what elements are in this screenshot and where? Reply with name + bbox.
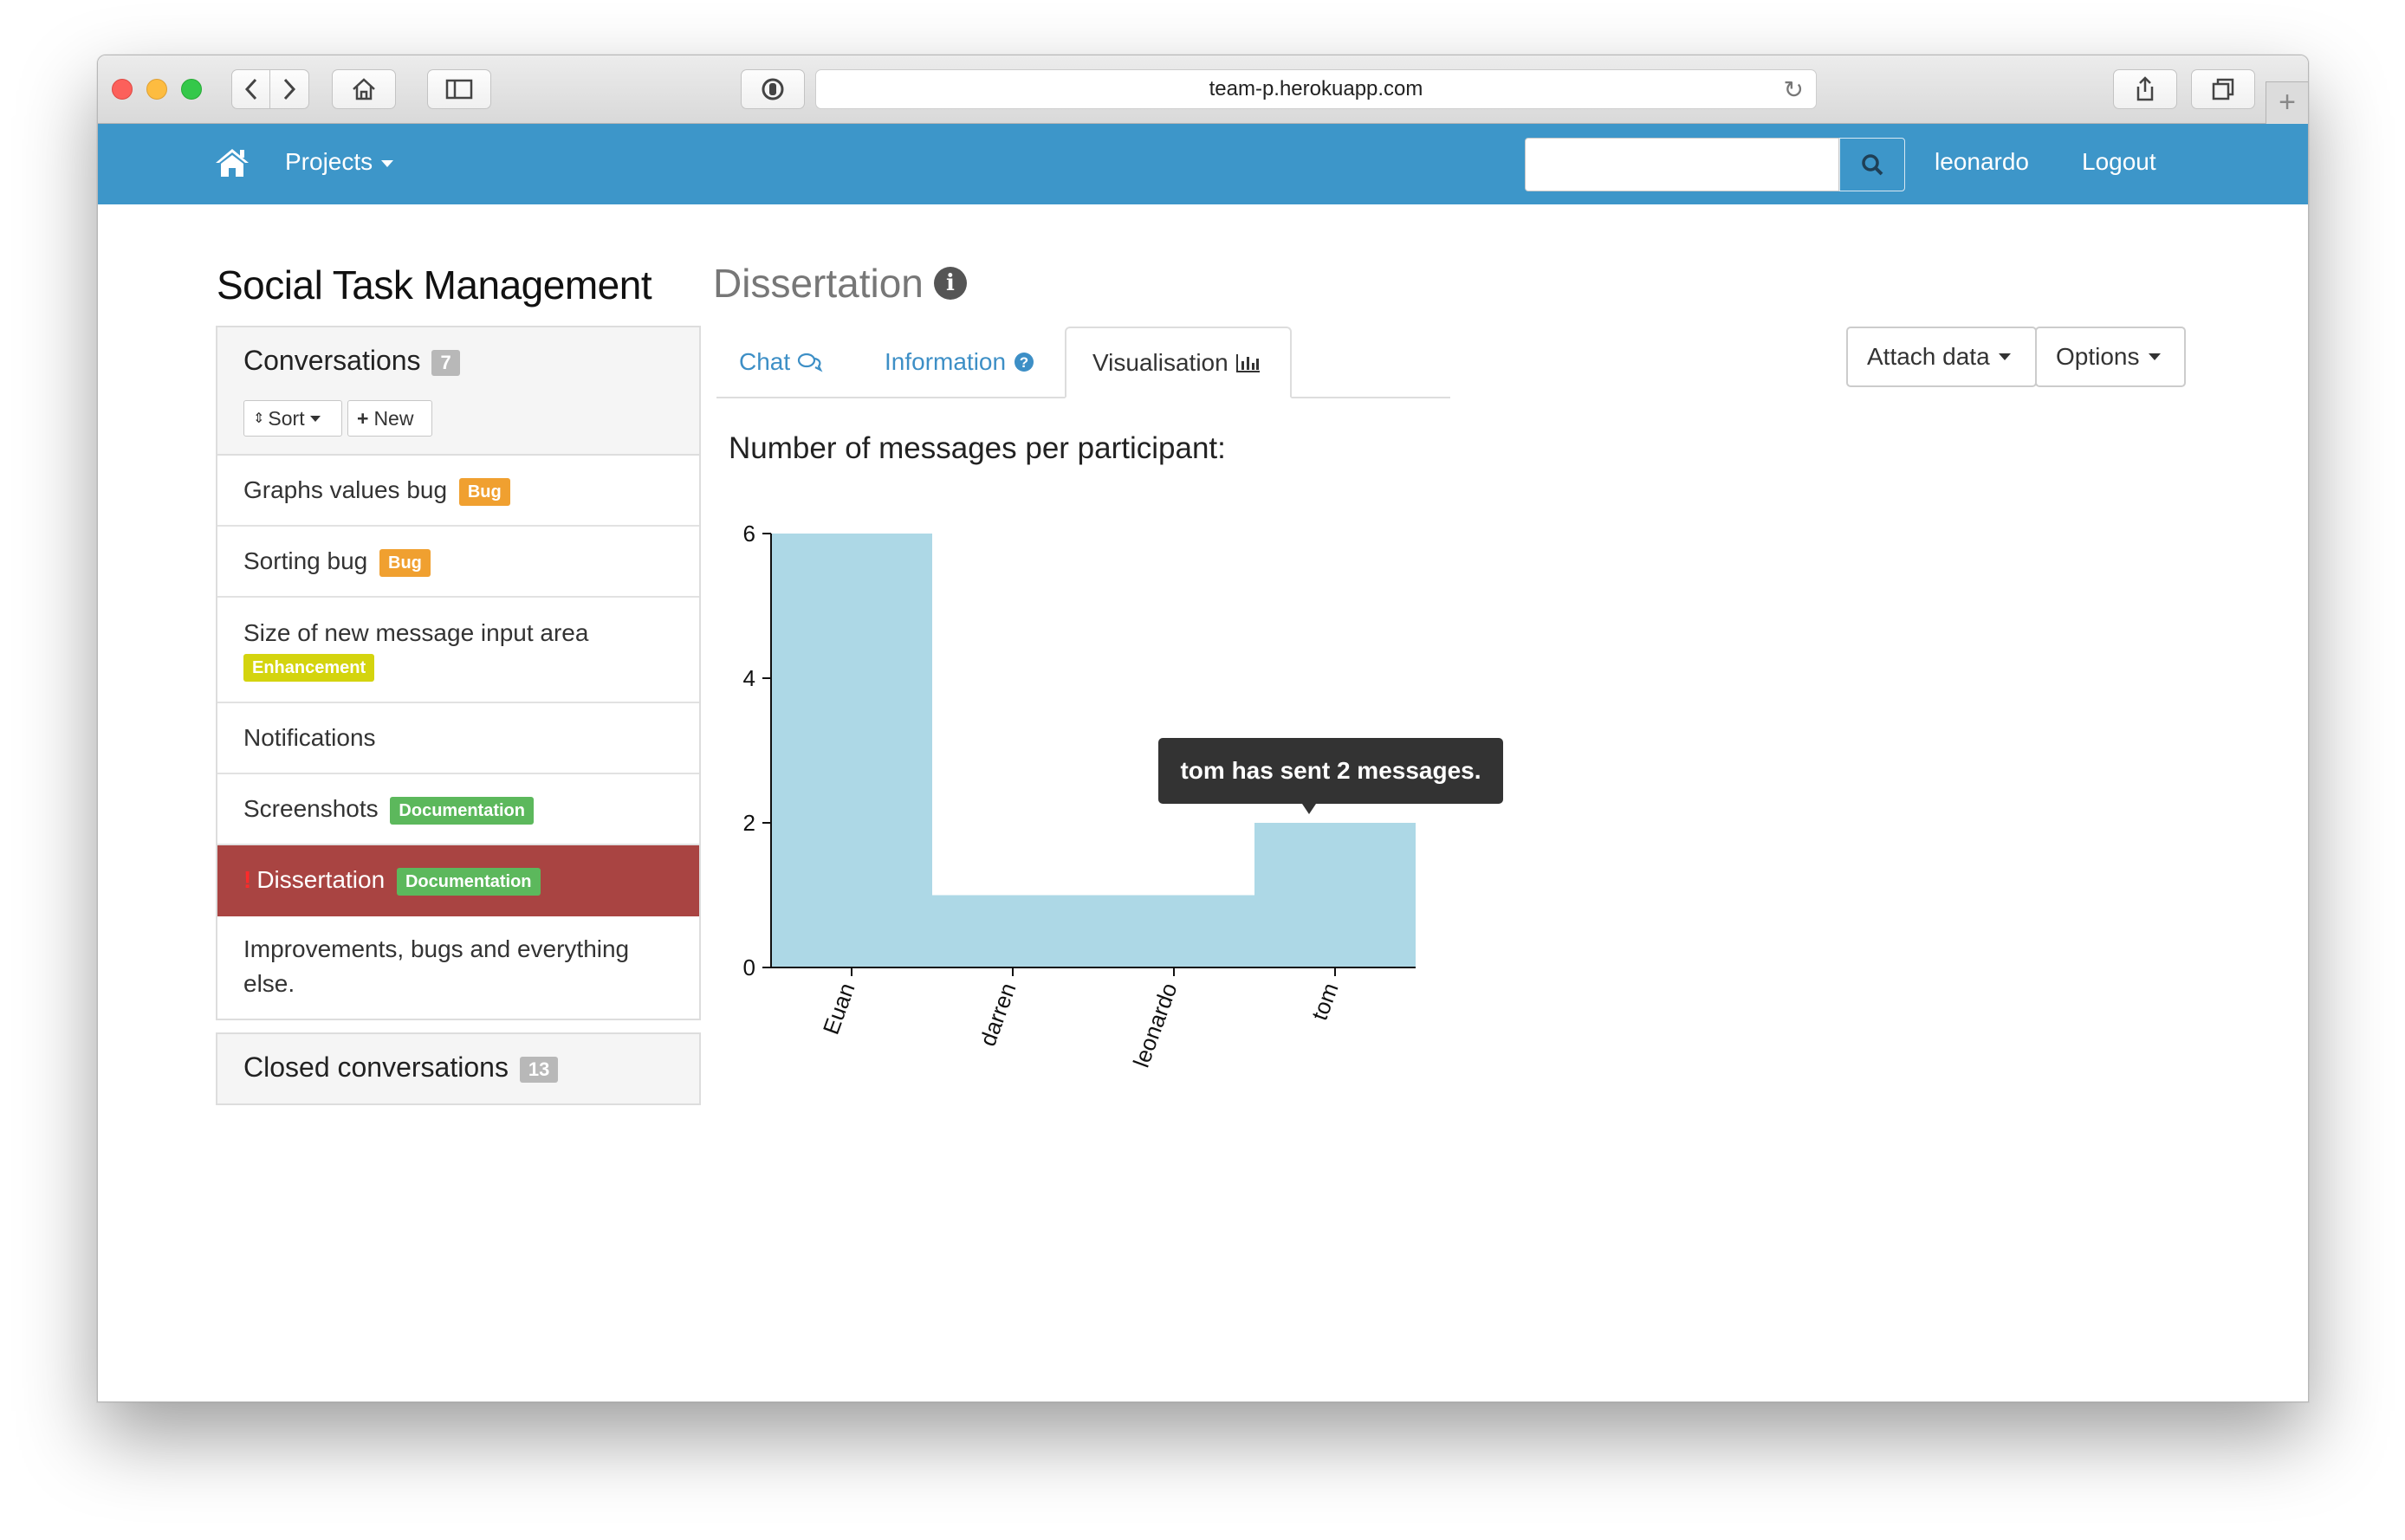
chart-bar[interactable] (771, 534, 932, 967)
browser-window: team-p.herokuapp.com ↻ + Projects leonar… (97, 55, 2309, 1402)
x-tick-label: tom (1306, 980, 1344, 1024)
y-tick-label: 4 (743, 665, 755, 691)
chart-bar[interactable] (932, 895, 1093, 968)
chart-bar[interactable] (1254, 823, 1416, 967)
y-tick-label: 0 (743, 954, 755, 980)
chart-bar[interactable] (1093, 895, 1254, 968)
messages-bar-chart: 0 2 4 6 Euan darren leonardo tom (743, 521, 1416, 1071)
tooltip-arrow (1302, 804, 1316, 814)
chart-tooltip: tom has sent 2 messages. (1158, 738, 1503, 804)
y-tick-label: 2 (743, 810, 755, 836)
x-tick-label: leonardo (1128, 980, 1183, 1071)
x-tick-label: Euan (818, 980, 860, 1038)
x-tick-label: darren (975, 980, 1021, 1050)
y-tick-label: 6 (743, 521, 755, 547)
